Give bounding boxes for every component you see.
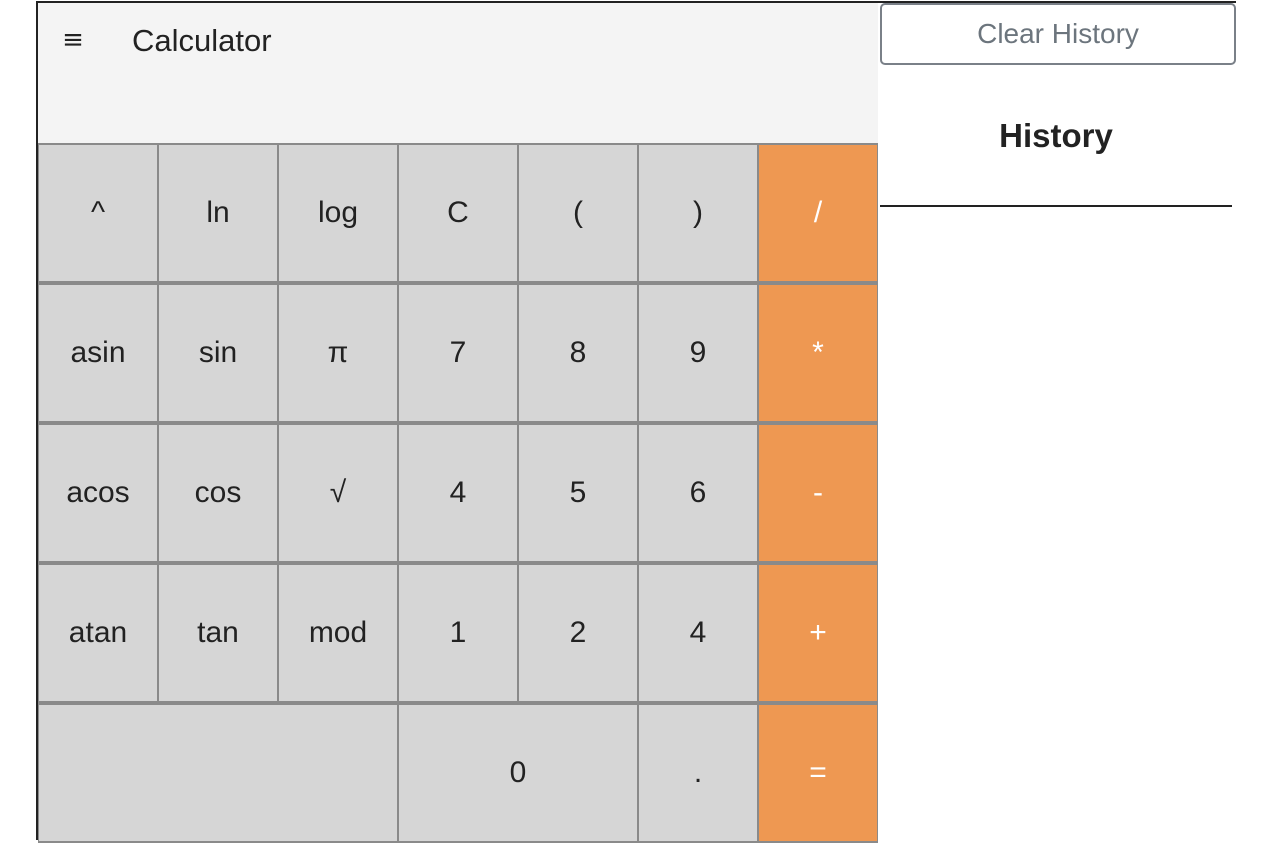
key-6[interactable]: 6 — [638, 423, 758, 563]
calculator: ≡ Calculator ^ ln log C() / asin sin π 7 8 9 * acos c… — [38, 3, 878, 843]
key-0[interactable]: 0 — [398, 703, 638, 843]
key-ln[interactable]: ln — [158, 143, 278, 283]
calculator-display: ≡ Calculator — [38, 3, 878, 143]
key-9[interactable]: 9 — [638, 283, 758, 423]
key-acos[interactable]: acos — [38, 423, 158, 563]
key-4b[interactable]: 4 — [638, 563, 758, 703]
app-title: Calculator — [132, 23, 272, 58]
key-power[interactable]: ^ — [38, 143, 158, 283]
hamburger-menu-icon[interactable]: ≡ — [60, 25, 86, 55]
history-panel: Clear History History — [878, 3, 1236, 840]
key-tan[interactable]: tan — [158, 563, 278, 703]
key-cos[interactable]: cos — [158, 423, 278, 563]
key-atan[interactable]: atan — [38, 563, 158, 703]
key-divide[interactable]: / — [758, 143, 878, 283]
keypad: ^ ln log C() / asin sin π 7 8 9 * acos cos √ 4 5 6- atan ta… — [38, 143, 878, 843]
app-window: ≡ Calculator ^ ln log C() / asin sin π 7 8 9 * acos c… — [36, 1, 1236, 843]
key-equals[interactable]: = — [758, 703, 878, 843]
key-asin[interactable]: asin — [38, 283, 158, 423]
key-pi[interactable]: π — [278, 283, 398, 423]
history-title: History — [999, 117, 1113, 154]
key-2[interactable]: 2 — [518, 563, 638, 703]
key-7[interactable]: 7 — [398, 283, 518, 423]
clear-history-button[interactable]: Clear History — [880, 3, 1236, 65]
key-clear[interactable]: C — [398, 143, 518, 283]
key-add[interactable]: + — [758, 563, 878, 703]
key-blank — [38, 703, 398, 843]
key-4[interactable]: 4 — [398, 423, 518, 563]
key-decimal[interactable]: . — [638, 703, 758, 843]
history-divider — [880, 205, 1232, 207]
key-subtract[interactable]: - — [758, 423, 878, 563]
key-close-paren[interactable]: ) — [638, 143, 758, 283]
key-log[interactable]: log — [278, 143, 398, 283]
key-mod[interactable]: mod — [278, 563, 398, 703]
key-5[interactable]: 5 — [518, 423, 638, 563]
key-sqrt[interactable]: √ — [278, 423, 398, 563]
key-sin[interactable]: sin — [158, 283, 278, 423]
key-open-paren[interactable]: ( — [518, 143, 638, 283]
key-8[interactable]: 8 — [518, 283, 638, 423]
key-multiply[interactable]: * — [758, 283, 878, 423]
key-1[interactable]: 1 — [398, 563, 518, 703]
